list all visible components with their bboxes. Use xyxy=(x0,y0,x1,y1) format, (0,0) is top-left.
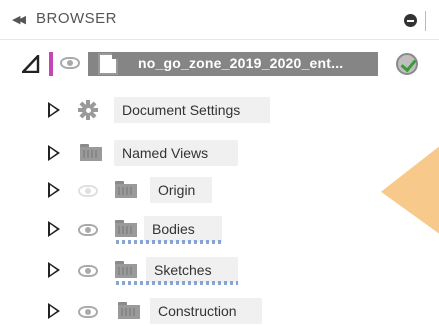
collapsed-triangle-icon[interactable] xyxy=(48,102,62,118)
browser-header: ◀◀ BROWSER xyxy=(0,0,439,40)
tree-item-label: Sketches xyxy=(146,257,238,283)
tree-item-named-views[interactable]: Named Views xyxy=(0,138,439,168)
warning-underline xyxy=(116,240,222,244)
panel-grip[interactable] xyxy=(425,11,426,31)
eye-icon[interactable] xyxy=(78,185,98,197)
collapsed-triangle-icon[interactable] xyxy=(48,182,62,198)
gear-icon xyxy=(78,100,98,120)
eye-icon[interactable] xyxy=(78,224,98,236)
folder-icon xyxy=(115,220,137,237)
folder-icon xyxy=(115,261,137,278)
folder-icon xyxy=(80,144,102,161)
collapsed-triangle-icon[interactable] xyxy=(48,262,62,278)
double-chevron-left-icon[interactable]: ◀◀ xyxy=(12,12,30,28)
eye-icon[interactable] xyxy=(60,57,80,69)
folder-icon xyxy=(118,302,140,319)
tree-item-document-settings[interactable]: Document Settings xyxy=(0,95,439,125)
tree-item-label: Named Views xyxy=(114,140,238,166)
tree-item-label: Document Settings xyxy=(114,97,270,123)
root-document-label: no_go_zone_2019_2020_ent... xyxy=(138,55,344,71)
tree-item-label: Bodies xyxy=(144,216,222,242)
warning-underline xyxy=(116,281,238,285)
browser-title: BROWSER xyxy=(36,10,118,27)
expanded-triangle-icon[interactable] xyxy=(22,55,40,73)
eye-icon[interactable] xyxy=(78,265,98,277)
document-icon xyxy=(98,53,118,75)
active-marker xyxy=(49,52,53,76)
browser-panel: ◀◀ BROWSER no_go_zone_2019_2020_ent... D… xyxy=(0,0,439,326)
tree-item-sketches[interactable]: Sketches xyxy=(0,255,439,285)
check-circle-icon[interactable] xyxy=(396,53,418,75)
circle-minus-icon[interactable] xyxy=(404,14,417,27)
folder-icon xyxy=(115,181,137,198)
tree-item-construction[interactable]: Construction xyxy=(0,296,439,326)
eye-icon[interactable] xyxy=(78,306,98,318)
tree-item-label: Origin xyxy=(150,177,212,203)
collapsed-triangle-icon[interactable] xyxy=(48,303,62,319)
tree-item-origin[interactable]: Origin xyxy=(0,175,439,205)
tree-item-label: Construction xyxy=(150,298,262,324)
collapsed-triangle-icon[interactable] xyxy=(48,221,62,237)
tree-item-bodies[interactable]: Bodies xyxy=(0,214,439,244)
collapsed-triangle-icon[interactable] xyxy=(48,145,62,161)
